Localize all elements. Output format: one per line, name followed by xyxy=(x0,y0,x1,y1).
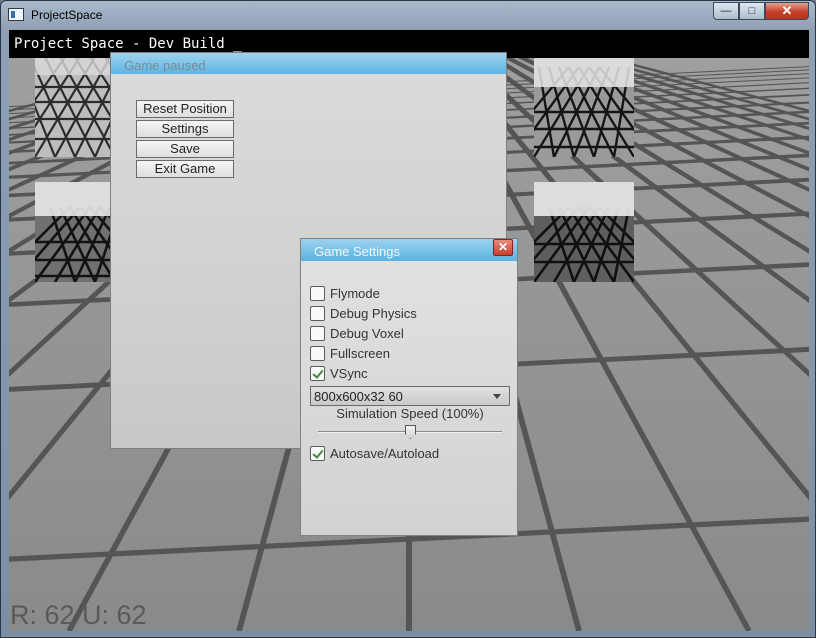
settings-title: Game Settings xyxy=(314,244,400,259)
dev-build-text: Project Space - Dev Build _ xyxy=(14,36,242,52)
fullscreen-label: Fullscreen xyxy=(330,345,390,361)
debug-voxel-option[interactable]: Debug Voxel xyxy=(310,325,404,341)
texture-preview-2 xyxy=(534,57,634,157)
autosave-option[interactable]: Autosave/Autoload xyxy=(310,445,439,461)
simulation-speed-label: Simulation Speed (100%) xyxy=(336,406,484,421)
application-window: ProjectSpace — □ ✕ Project Space - Dev B… xyxy=(0,0,816,638)
caption-buttons: — □ ✕ xyxy=(713,2,809,21)
debug-voxel-checkbox[interactable] xyxy=(310,325,325,341)
settings-header[interactable]: Game Settings ✕ xyxy=(301,239,517,261)
save-button[interactable]: Save xyxy=(136,140,234,158)
paused-title: Game paused xyxy=(124,58,206,73)
flymode-label: Flymode xyxy=(330,285,380,301)
reset-position-button[interactable]: Reset Position xyxy=(136,100,234,118)
texture-image xyxy=(534,57,634,157)
debug-physics-label: Debug Physics xyxy=(330,305,417,321)
debug-physics-option[interactable]: Debug Physics xyxy=(310,305,417,321)
game-settings-dialog: Game Settings ✕ Flymode Debug Physics De… xyxy=(300,238,518,536)
autosave-label: Autosave/Autoload xyxy=(330,445,440,461)
paused-header[interactable]: Game paused xyxy=(111,53,506,74)
update-counter: R: 62 U: 62 xyxy=(10,600,147,630)
vsync-option[interactable]: VSync xyxy=(310,365,368,381)
debug-voxel-label: Debug Voxel xyxy=(330,325,404,341)
fullscreen-checkbox[interactable] xyxy=(310,345,325,361)
vsync-label: VSync xyxy=(330,365,368,381)
chevron-down-icon xyxy=(493,394,501,399)
flymode-checkbox[interactable] xyxy=(310,285,325,301)
texture-preview-4 xyxy=(534,182,634,282)
vsync-checkbox[interactable] xyxy=(310,365,325,381)
texture-image xyxy=(534,182,634,282)
debug-physics-checkbox[interactable] xyxy=(310,305,325,321)
title-bar[interactable]: ProjectSpace — □ ✕ xyxy=(1,1,815,29)
resolution-value: 800x600x32 60 xyxy=(314,389,403,404)
minimize-button[interactable]: — xyxy=(713,2,739,20)
resolution-dropdown[interactable]: 800x600x32 60 xyxy=(310,386,510,406)
maximize-button[interactable]: □ xyxy=(739,2,765,20)
slider-thumb[interactable] xyxy=(405,425,416,439)
autosave-checkbox[interactable] xyxy=(310,445,325,461)
exit-game-button[interactable]: Exit Game xyxy=(136,160,234,178)
window-title: ProjectSpace xyxy=(31,8,103,22)
settings-button[interactable]: Settings xyxy=(136,120,234,138)
app-icon xyxy=(8,8,24,21)
settings-close-button[interactable]: ✕ xyxy=(493,239,513,256)
flymode-option[interactable]: Flymode xyxy=(310,285,380,301)
close-window-button[interactable]: ✕ xyxy=(765,2,809,20)
fullscreen-option[interactable]: Fullscreen xyxy=(310,345,390,361)
